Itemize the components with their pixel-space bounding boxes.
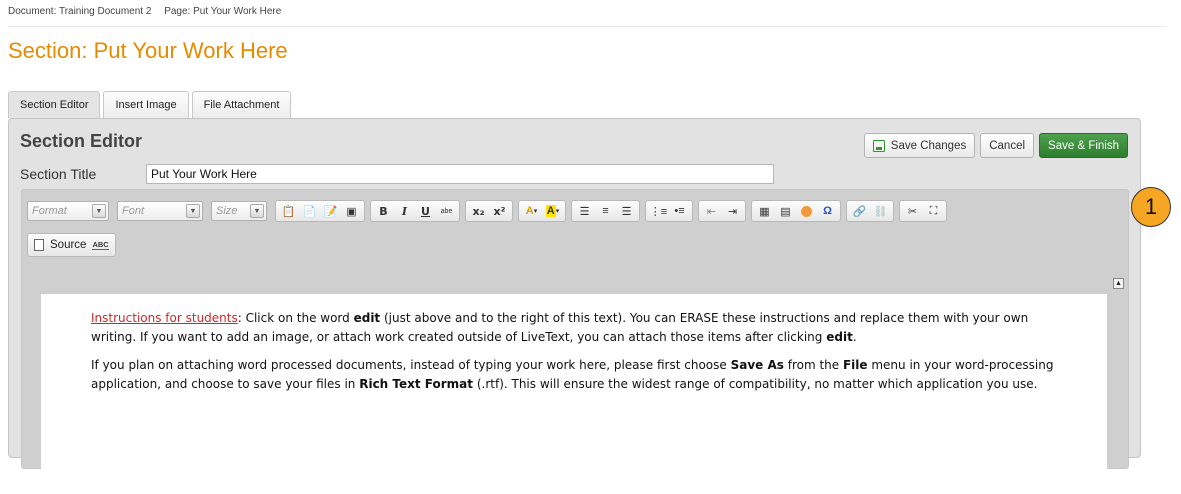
- paste-text-icon[interactable]: 📄: [299, 202, 320, 220]
- indent-icon[interactable]: ⇥: [722, 202, 743, 220]
- tab-section-editor[interactable]: Section Editor: [8, 91, 101, 118]
- callout-number-badge: 1: [1131, 187, 1171, 227]
- bold-icon[interactable]: B: [373, 202, 394, 220]
- cancel-button[interactable]: Cancel: [980, 133, 1035, 158]
- background-color-icon[interactable]: A ▾: [542, 202, 563, 220]
- align-right-icon[interactable]: ☰: [616, 202, 637, 220]
- underline-icon[interactable]: U: [415, 202, 436, 220]
- breadcrumb-document: Document: Training Document 2: [8, 6, 152, 17]
- page-title: Section: Put Your Work Here: [8, 38, 288, 63]
- text-style-group: B I U abe: [370, 200, 460, 222]
- text-color-icon[interactable]: A ▾: [521, 202, 542, 220]
- floppy-disk-icon: [872, 139, 885, 152]
- divider: [8, 26, 1166, 27]
- section-title-label: Section Title: [20, 166, 97, 182]
- instructions-paragraph: Instructions for students: Click on the …: [91, 311, 1029, 344]
- color-group: A ▾ A ▾: [518, 200, 566, 222]
- tab-file-attachment[interactable]: File Attachment: [191, 91, 292, 118]
- size-dropdown[interactable]: Size ▼: [211, 201, 267, 221]
- source-label: Source: [50, 239, 87, 251]
- format-label: Format: [32, 205, 67, 217]
- editor-content-area[interactable]: Instructions for students: Click on the …: [41, 294, 1107, 494]
- align-left-icon[interactable]: ☰: [574, 202, 595, 220]
- source-button[interactable]: Source ABC: [27, 233, 116, 257]
- spellcheck-icon[interactable]: ABC: [92, 240, 109, 250]
- font-dropdown[interactable]: Font ▼: [117, 201, 203, 221]
- italic-icon[interactable]: I: [394, 202, 415, 220]
- script-group: x₂ x²: [465, 200, 513, 222]
- save-changes-button[interactable]: Save Changes: [863, 133, 976, 158]
- maximize-icon[interactable]: ⛶: [923, 202, 944, 220]
- rich-text-editor: Format ▼ Font ▼ Size ▼ 📋 📄 📝 ▣ B I U abe…: [21, 189, 1129, 494]
- numbered-list-icon[interactable]: ⋮≡: [648, 202, 669, 220]
- select-all-icon[interactable]: ▣: [341, 202, 362, 220]
- indent-group: ⇤ ⇥: [698, 200, 746, 222]
- breadcrumb-page: Page: Put Your Work Here: [164, 6, 282, 17]
- smiley-icon[interactable]: [796, 202, 817, 220]
- bulleted-list-icon[interactable]: •≡: [669, 202, 690, 220]
- align-center-icon[interactable]: ≡: [595, 202, 616, 220]
- subscript-icon[interactable]: x₂: [468, 202, 489, 220]
- attachment-paragraph: If you plan on attaching word processed …: [91, 358, 1054, 391]
- tab-bar: Section Editor Insert Image File Attachm…: [8, 91, 294, 118]
- tab-insert-image[interactable]: Insert Image: [103, 91, 189, 118]
- remove-format-icon[interactable]: ✂: [902, 202, 923, 220]
- instructions-link[interactable]: Instructions for students: [91, 311, 238, 325]
- scroll-up-arrow-icon[interactable]: ▲: [1113, 278, 1124, 289]
- outdent-icon[interactable]: ⇤: [701, 202, 722, 220]
- editor-heading: Section Editor: [20, 131, 143, 151]
- clipboard-group: 📋 📄 📝 ▣: [275, 200, 365, 222]
- insert-group: ▦ ▤ Ω: [751, 200, 841, 222]
- font-label: Font: [122, 205, 145, 217]
- breadcrumb: Document: Training Document 2 Page: Put …: [8, 6, 281, 17]
- link-icon[interactable]: 🔗: [849, 202, 870, 220]
- misc-group: ✂ ⛶: [899, 200, 947, 222]
- alignment-group: ☰ ≡ ☰: [571, 200, 640, 222]
- save-changes-label: Save Changes: [890, 139, 967, 152]
- format-dropdown[interactable]: Format ▼: [27, 201, 109, 221]
- chevron-down-icon: ▼: [92, 204, 106, 218]
- save-finish-button[interactable]: Save & Finish: [1039, 133, 1128, 158]
- unlink-icon[interactable]: ⛓: [870, 202, 891, 220]
- paste-icon[interactable]: 📋: [278, 202, 299, 220]
- chevron-down-icon: ▼: [250, 204, 264, 218]
- editor-toolbar: Format ▼ Font ▼ Size ▼ 📋 📄 📝 ▣ B I U abe…: [27, 198, 1123, 262]
- section-editor-panel: Section Editor Save Changes Cancel Save …: [8, 118, 1141, 494]
- horizontal-rule-icon[interactable]: ▤: [775, 202, 796, 220]
- strikethrough-icon[interactable]: abe: [436, 202, 457, 220]
- size-label: Size: [216, 205, 238, 217]
- source-icon: [34, 239, 44, 251]
- superscript-icon[interactable]: x²: [489, 202, 510, 220]
- table-icon[interactable]: ▦: [754, 202, 775, 220]
- link-group: 🔗 ⛓: [846, 200, 894, 222]
- list-group: ⋮≡ •≡: [645, 200, 693, 222]
- editor-actions: Save Changes Cancel Save & Finish: [859, 133, 1128, 158]
- special-character-icon[interactable]: Ω: [817, 202, 838, 220]
- section-title-input[interactable]: [146, 164, 774, 184]
- paste-word-icon[interactable]: 📝: [320, 202, 341, 220]
- chevron-down-icon: ▼: [186, 204, 200, 218]
